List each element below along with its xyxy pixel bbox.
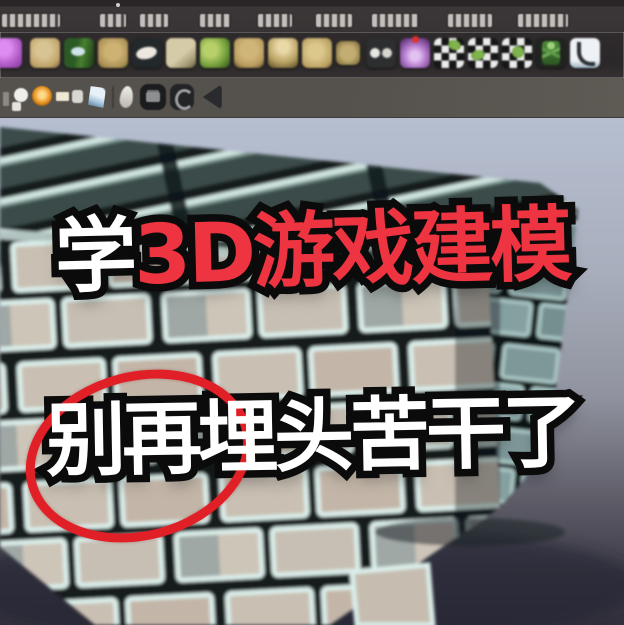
tan-shell-icon[interactable]: [302, 38, 332, 68]
checker-leaf-icon[interactable]: [434, 38, 464, 68]
camera-icon[interactable]: [140, 84, 166, 110]
toolbar-group-3[interactable]: [140, 14, 168, 27]
crate-model-render: [0, 117, 624, 625]
green-column-icon[interactable]: [64, 38, 94, 68]
headline-bottom: 别再埋头苦干了: [45, 385, 579, 487]
white-sphere-icon[interactable]: [14, 88, 28, 102]
toolbar-group-5[interactable]: [258, 14, 292, 27]
headline-top: 学3D游戏建模: [53, 198, 570, 306]
tan-ball-icon[interactable]: [98, 38, 128, 68]
white-wedge-icon[interactable]: [132, 38, 162, 68]
beige-box-icon[interactable]: [166, 38, 196, 68]
magenta-sphere-icon[interactable]: [0, 38, 22, 68]
tan-blob-icon[interactable]: [30, 38, 60, 68]
headline-top-highlight: 3D游戏建模: [132, 197, 571, 304]
viewport-3d-scene[interactable]: [0, 117, 624, 625]
green-plant-icon[interactable]: [536, 38, 566, 68]
top-toolbar: [0, 0, 624, 32]
orange-light-icon[interactable]: [32, 86, 52, 106]
toolbar-group-1[interactable]: [2, 14, 60, 27]
toolbar-divider: [112, 86, 114, 108]
pale-leaf-icon[interactable]: [118, 85, 135, 109]
tan-figure-icon[interactable]: [268, 38, 298, 68]
toolbar-group-9[interactable]: [518, 14, 568, 27]
pale-chip-icon[interactable]: [56, 92, 69, 101]
viewport-toolbar: [0, 78, 624, 118]
toolbar-group-7[interactable]: [372, 14, 418, 27]
white-blob-icon[interactable]: [72, 90, 83, 103]
purple-lamp-icon[interactable]: [400, 36, 430, 68]
toolbar-group-8[interactable]: [448, 14, 492, 27]
app-window: { "overlay": { "headline_top": { "prefix…: [0, 0, 624, 625]
white-dots-icon[interactable]: [366, 38, 396, 68]
checker-leaf-icon-2[interactable]: [468, 38, 498, 68]
shelf-toolbar: [0, 32, 624, 78]
green-leaves-icon[interactable]: [200, 38, 230, 68]
grip-icon[interactable]: [3, 92, 9, 106]
checker-flower-icon[interactable]: [502, 38, 532, 68]
white-panel-icon[interactable]: [570, 38, 600, 68]
blue-wedge-icon[interactable]: [88, 86, 106, 108]
headline-bottom-text: 别再埋头苦干了: [45, 385, 579, 488]
cursor-arrow-icon[interactable]: [202, 84, 222, 110]
toolbar-group-6[interactable]: [316, 14, 352, 27]
toolbar-group-4[interactable]: [200, 14, 230, 27]
white-chip-icon[interactable]: [12, 102, 21, 111]
headline-top-prefix: 学: [53, 208, 136, 306]
window-dot: [116, 3, 120, 7]
tan-sphere-icon[interactable]: [234, 38, 264, 68]
tan-chip-icon[interactable]: [336, 41, 360, 65]
toolbar-group-2[interactable]: [100, 14, 126, 27]
curve-icon[interactable]: [170, 84, 194, 110]
